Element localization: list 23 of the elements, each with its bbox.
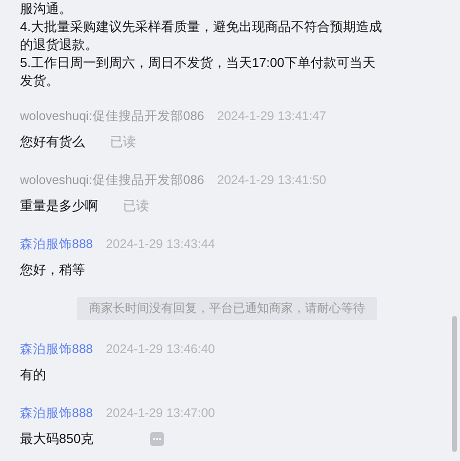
message-time: 2024-1-29 13:41:47 [217,109,326,123]
message-text: 最大码850克 [20,430,94,448]
message-time: 2024-1-29 13:43:44 [106,237,215,251]
more-icon[interactable] [150,432,164,446]
message-paragraph: 服沟通。 [20,0,73,18]
sender-name: 森泊服饰888 [20,236,93,252]
message-text: 重量是多少啊 [20,197,98,215]
message-text: 您好，稍等 [20,261,85,279]
sender-name: 森泊服饰888 [20,340,93,358]
message-text: 有的 [20,366,46,384]
message-paragraph: 5.工作日周一到周六，周日不发货，当天17:00下单付款可当天发货。 [20,54,376,90]
message-text: 您好有货么 [20,133,85,151]
read-status: 已读 [123,197,149,215]
sender-name: 森泊服饰888 [20,404,93,422]
sender-name: woloveshuqi:促佳搜品开发部086 [20,172,204,188]
message-time: 2024-1-29 13:46:40 [106,342,215,356]
sender-name: woloveshuqi:促佳搜品开发部086 [20,108,204,124]
message-time: 2024-1-29 13:47:00 [106,406,215,420]
scrollbar[interactable] [452,316,457,452]
message-paragraph: 4.大批量采购建议先采样看质量，避免出现商品不符合预期造成的退货退款。 [20,18,383,54]
message-time: 2024-1-29 13:41:50 [217,173,326,187]
read-status: 已读 [110,133,136,151]
system-notice: 商家长时间没有回复，平台已通知商家，请耐心等待 [77,297,377,320]
